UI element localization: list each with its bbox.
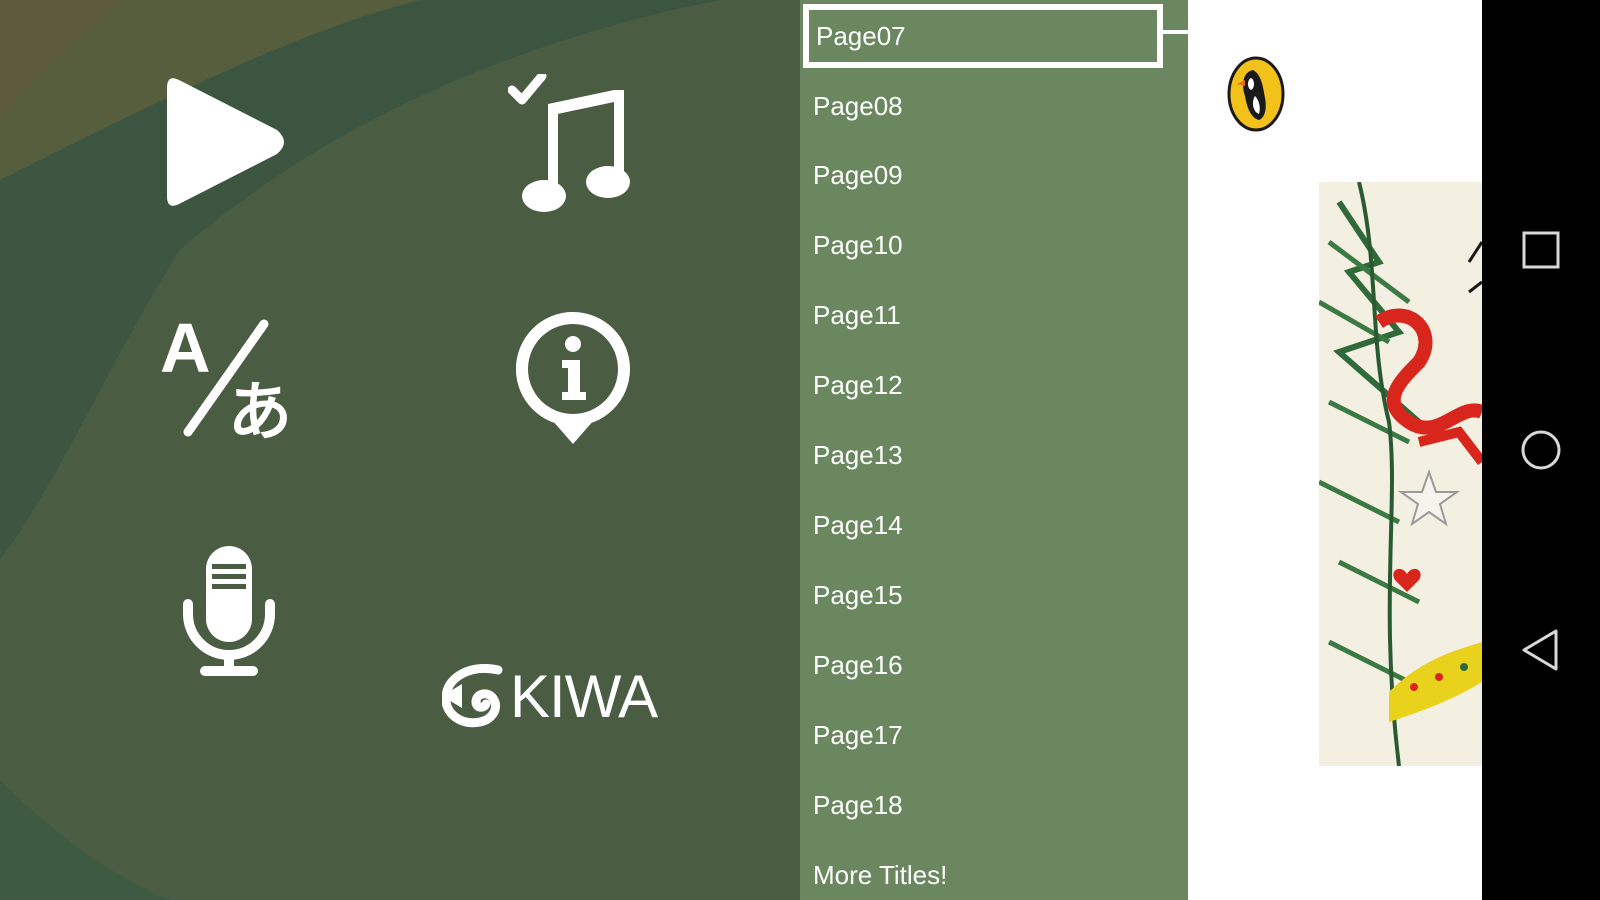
play-icon bbox=[167, 78, 284, 206]
recents-button[interactable] bbox=[1516, 225, 1566, 275]
android-nav-bar bbox=[1482, 0, 1600, 900]
back-button[interactable] bbox=[1516, 625, 1566, 675]
list-item-page14[interactable]: Page14 bbox=[800, 495, 1188, 555]
info-icon bbox=[516, 312, 630, 444]
square-icon bbox=[1522, 231, 1560, 269]
triangle-back-icon bbox=[1522, 629, 1558, 671]
christmas-tree-illustration bbox=[1319, 182, 1482, 766]
list-item-page07[interactable]: Page07 bbox=[803, 4, 1163, 68]
kiwa-logo: KIWA bbox=[442, 664, 674, 730]
list-item-page18[interactable]: Page18 bbox=[800, 775, 1188, 835]
list-item-page13[interactable]: Page13 bbox=[800, 425, 1188, 485]
record-button[interactable] bbox=[182, 542, 276, 682]
svg-text:A: A bbox=[160, 312, 211, 387]
music-note-check-icon bbox=[508, 74, 630, 212]
language-button[interactable]: A あ bbox=[160, 312, 300, 442]
list-item-page15[interactable]: Page15 bbox=[800, 565, 1188, 625]
play-button[interactable] bbox=[165, 72, 291, 212]
music-toggle-button[interactable] bbox=[508, 74, 644, 214]
circle-icon bbox=[1521, 430, 1561, 470]
list-item-more-titles[interactable]: More Titles! bbox=[800, 845, 1188, 900]
microphone-icon bbox=[183, 546, 275, 676]
home-button[interactable] bbox=[1516, 425, 1566, 475]
info-button[interactable] bbox=[512, 308, 634, 446]
menu-panel: A あ KIWA bbox=[0, 0, 800, 900]
page-list[interactable]: Page07 Page08 Page09 Page10 Page11 Page1… bbox=[800, 0, 1188, 900]
list-item-page11[interactable]: Page11 bbox=[800, 285, 1188, 345]
book-preview[interactable] bbox=[1188, 0, 1482, 900]
list-item-page16[interactable]: Page16 bbox=[800, 635, 1188, 695]
menu-background bbox=[0, 0, 800, 900]
list-item-page10[interactable]: Page10 bbox=[800, 215, 1188, 275]
list-item-page08[interactable]: Page08 bbox=[800, 76, 1188, 136]
puffin-logo bbox=[1227, 56, 1285, 132]
language-translate-icon: A あ bbox=[160, 312, 292, 442]
list-item-page09[interactable]: Page09 bbox=[800, 145, 1188, 205]
list-item-page17[interactable]: Page17 bbox=[800, 705, 1188, 765]
puffin-bird-icon bbox=[1227, 56, 1285, 132]
list-item-page12[interactable]: Page12 bbox=[800, 355, 1188, 415]
book-cover-art[interactable] bbox=[1319, 182, 1482, 766]
svg-text:あ: あ bbox=[228, 376, 292, 442]
selection-connector bbox=[1158, 30, 1188, 34]
kiwa-logo-text: KIWA bbox=[510, 663, 658, 730]
